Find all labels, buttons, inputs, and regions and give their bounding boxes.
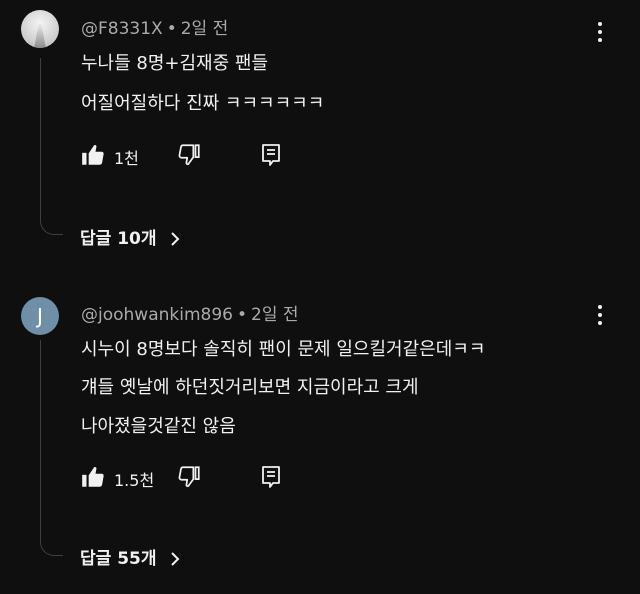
thread-line <box>40 58 63 235</box>
chevron-right-icon <box>171 552 180 566</box>
avatar[interactable] <box>21 10 59 48</box>
meta-separator: • <box>166 19 177 39</box>
comment-time: 2일 전 <box>180 19 229 39</box>
replies-label: 답글 55개 <box>80 549 157 569</box>
comment-text-line: 나아졌을것같진 않음 <box>81 416 236 437</box>
thumbs-up-icon <box>82 466 104 487</box>
comment-thread: J @joohwankim896 • 2일 전 시누이 8명보다 솔직히 팬이 문제… <box>0 290 640 590</box>
thumbs-down-icon <box>178 144 200 166</box>
more-vert-icon[interactable] <box>590 20 610 46</box>
thumbs-down-icon <box>178 466 200 488</box>
comment-text-line: 누나들 8명+김재중 팬들 <box>81 53 269 74</box>
dislike-button[interactable] <box>176 142 204 168</box>
avatar[interactable]: J <box>21 297 59 335</box>
landscape-photo-avatar-icon <box>34 24 46 48</box>
meta-separator: • <box>236 305 248 325</box>
replies-label: 답글 10개 <box>80 229 157 249</box>
reply-button[interactable] <box>259 464 285 490</box>
like-button[interactable] <box>80 464 108 490</box>
chevron-right-icon <box>171 232 180 246</box>
like-count: 1.5천 <box>114 471 155 490</box>
author-name[interactable]: @joohwankim896 <box>81 305 233 325</box>
like-count: 1천 <box>114 149 139 168</box>
comment-time: 2일 전 <box>251 305 299 325</box>
more-vert-icon[interactable] <box>590 303 610 329</box>
comment-text-line: 어질어질하다 진짜 ㅋㅋㅋㅋㅋㅋ <box>81 93 325 114</box>
view-replies-button[interactable]: 답글 55개 <box>80 544 180 569</box>
comment-meta: @joohwankim896 • 2일 전 <box>81 300 299 325</box>
like-button[interactable] <box>80 142 108 168</box>
comment-text-line: 시누이 8명보다 솔직히 팬이 문제 일으킬거같은데ㅋㅋ <box>81 339 486 360</box>
reply-comment-icon <box>262 144 280 166</box>
comment-meta: @F8331X • 2일 전 <box>81 14 228 39</box>
comment-thread: @F8331X • 2일 전 누나들 8명+김재중 팬들 어질어질하다 진짜 ㅋㅋㅋ… <box>0 0 640 270</box>
reply-comment-icon <box>262 466 280 488</box>
author-name[interactable]: @F8331X <box>81 19 163 39</box>
thread-line <box>40 340 63 556</box>
reply-button[interactable] <box>259 142 285 168</box>
thumbs-up-icon <box>82 144 104 165</box>
dislike-button[interactable] <box>176 464 204 490</box>
comment-text-line: 걔들 옛날에 하던짓거리보면 지금이라고 크게 <box>81 377 419 398</box>
view-replies-button[interactable]: 답글 10개 <box>80 224 180 249</box>
